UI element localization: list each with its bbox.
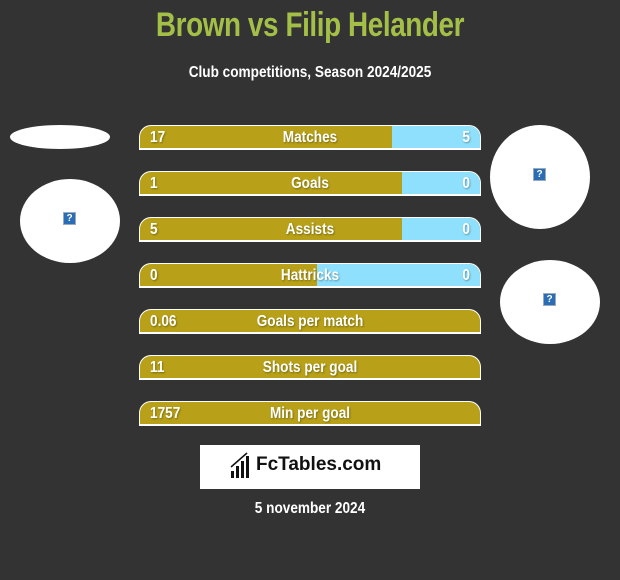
stat-label: Matches [282,129,338,146]
right-value: 0 [462,221,470,238]
broken-image-icon: ? [543,293,556,306]
stat-label: Assists [285,221,335,238]
left-value: 17 [150,129,166,146]
logo-text: FcTables.com [256,454,382,475]
date-label: 5 november 2024 [254,500,366,517]
left-team-logo [10,125,110,149]
stat-row-goals: 1 Goals 0 [139,171,481,196]
right-value: 0 [462,175,470,192]
right-value: 5 [462,129,470,146]
broken-image-icon: ? [63,212,76,225]
left-value: 0 [150,267,158,284]
left-value: 1 [150,175,158,192]
broken-image-icon: ? [533,168,546,181]
stat-row-assists: 5 Assists 0 [139,217,481,242]
bar-chart-icon [230,452,249,478]
left-value: 11 [150,359,165,376]
stat-label: Goals per match [256,313,364,330]
stat-row-goals-per-match: 0.06 Goals per match [139,309,481,334]
stat-label: Goals [291,175,329,192]
stat-row-hattricks: 0 Hattricks 0 [139,263,481,288]
stat-row-matches: 17 Matches 5 [139,125,481,150]
stat-row-shots-per-goal: 11 Shots per goal [139,355,481,380]
fctables-logo[interactable]: FcTables.com [200,445,420,489]
right-team-logo: ? [500,260,600,344]
left-player-photo: ? [20,179,120,263]
left-value: 5 [150,221,158,238]
stat-row-min-per-goal: 1757 Min per goal [139,401,481,426]
right-player-photo: ? [490,125,590,229]
stat-label: Shots per goal [262,359,358,376]
stat-label: Min per goal [269,405,351,422]
page-subtitle: Club competitions, Season 2024/2025 [188,64,432,81]
page-title: Brown vs Filip Helander [155,6,465,44]
stat-label: Hattricks [280,267,340,284]
right-value: 0 [462,267,470,284]
